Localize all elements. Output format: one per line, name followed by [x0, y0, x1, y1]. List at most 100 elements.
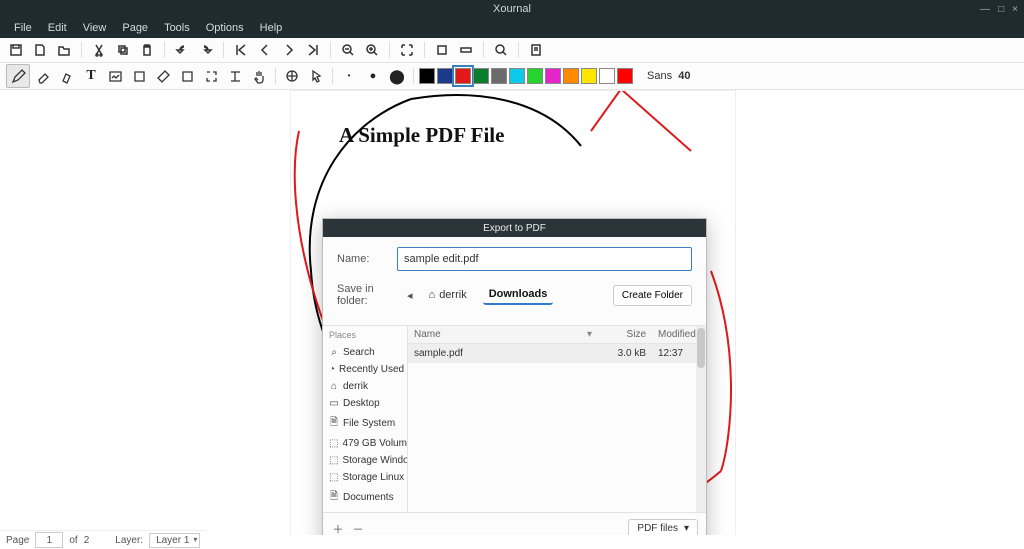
color-swatch-4[interactable]: [491, 68, 507, 84]
window-maximize-button[interactable]: □: [998, 4, 1004, 15]
places-item-479-gb-volume[interactable]: ⬚479 GB Volume: [323, 435, 407, 452]
file-size: 3.0 kB: [598, 346, 652, 361]
filename-input[interactable]: [397, 247, 692, 271]
open-icon[interactable]: [54, 40, 74, 60]
hand-tool[interactable]: [248, 65, 270, 87]
highlighter-tool[interactable]: [56, 65, 78, 87]
pen-tool[interactable]: [6, 64, 30, 88]
paste-icon[interactable]: [137, 40, 157, 60]
new-icon[interactable]: [30, 40, 50, 60]
page-config-icon[interactable]: [526, 40, 546, 60]
page-total: 2: [84, 535, 90, 546]
places-item-file-system[interactable]: 🗎File System: [323, 412, 407, 435]
color-swatch-3[interactable]: [473, 68, 489, 84]
font-selector[interactable]: Sans 40: [647, 70, 690, 82]
color-swatch-0[interactable]: [419, 68, 435, 84]
select-region-tool[interactable]: [200, 65, 222, 87]
select-rect-tool[interactable]: [176, 65, 198, 87]
page-of-label: of: [69, 535, 77, 546]
color-swatch-11[interactable]: [617, 68, 633, 84]
create-folder-button[interactable]: Create Folder: [613, 285, 692, 306]
next-page-icon[interactable]: [279, 40, 299, 60]
undo-icon[interactable]: [172, 40, 192, 60]
image-tool[interactable]: [104, 65, 126, 87]
places-item-storage-windows[interactable]: ⬚Storage Windows: [323, 452, 407, 469]
places-item-recently-used[interactable]: ◔ Recently Used: [323, 361, 407, 378]
redo-icon[interactable]: [196, 40, 216, 60]
place-icon: ◔: [329, 364, 335, 375]
medium-stroke[interactable]: ●: [362, 65, 384, 87]
sort-indicator-icon: ▾: [587, 329, 592, 340]
color-swatch-2[interactable]: [455, 68, 471, 84]
tools-toolbar: T •●⬤ Sans 40: [0, 63, 1024, 90]
place-label: Recently Used: [339, 364, 404, 375]
prev-page-icon[interactable]: [255, 40, 275, 60]
column-size[interactable]: Size: [598, 326, 652, 343]
page-number-input[interactable]: 1: [35, 532, 63, 548]
places-header: Places: [323, 326, 407, 344]
menu-tools[interactable]: Tools: [156, 20, 198, 36]
menu-view[interactable]: View: [75, 20, 115, 36]
save-icon[interactable]: [6, 40, 26, 60]
font-family-label: Sans: [647, 70, 672, 82]
places-item-storage-linux[interactable]: ⬚Storage Linux: [323, 469, 407, 486]
add-bookmark-button[interactable]: ＋: [331, 522, 345, 536]
zoom-in-icon[interactable]: [362, 40, 382, 60]
text-tool[interactable]: T: [80, 65, 102, 87]
menu-page[interactable]: Page: [114, 20, 156, 36]
last-page-icon[interactable]: [303, 40, 323, 60]
file-row[interactable]: sample.pdf3.0 kB12:37: [408, 344, 706, 363]
places-item-documents[interactable]: 🗎Documents: [323, 486, 407, 509]
thick-stroke[interactable]: ⬤: [386, 65, 408, 87]
font-size-label: 40: [678, 70, 690, 82]
default-tool[interactable]: [305, 65, 327, 87]
fit-width-icon[interactable]: [456, 40, 476, 60]
window-minimize-button[interactable]: —: [980, 4, 990, 15]
fullscreen-icon[interactable]: [397, 40, 417, 60]
color-swatch-10[interactable]: [599, 68, 615, 84]
shape-recognizer-tool[interactable]: [281, 65, 303, 87]
fit-page-icon[interactable]: [432, 40, 452, 60]
place-label: derrik: [343, 381, 368, 392]
places-sidebar[interactable]: Places ⌕Search ◔ Recently Used ⌂derrik▭Desk…: [323, 326, 408, 512]
menu-help[interactable]: Help: [252, 20, 291, 36]
file-type-filter[interactable]: PDF files ▾: [628, 519, 698, 535]
thin-stroke[interactable]: •: [338, 65, 360, 87]
menu-options[interactable]: Options: [198, 20, 252, 36]
menu-file[interactable]: File: [6, 20, 40, 36]
breadcrumb-home-label: derrik: [439, 289, 467, 301]
layer-dropdown[interactable]: Layer 1: [149, 533, 200, 548]
eraser-tool[interactable]: [32, 65, 54, 87]
remove-bookmark-button[interactable]: －: [351, 522, 365, 536]
places-item-search[interactable]: ⌕Search: [323, 344, 407, 361]
canvas-area[interactable]: A Simple PDF File Export to PDF Name: Sa…: [0, 90, 1024, 535]
breadcrumb-home[interactable]: ⌂ derrik: [423, 286, 473, 304]
color-swatch-7[interactable]: [545, 68, 561, 84]
copy-icon[interactable]: [113, 40, 133, 60]
shapes-tool[interactable]: [128, 65, 150, 87]
save-in-label: Save in folder:: [337, 283, 397, 307]
file-list-scrollbar[interactable]: [696, 326, 706, 512]
path-back-button[interactable]: ◂: [407, 289, 413, 302]
places-item-derrik[interactable]: ⌂derrik: [323, 378, 407, 395]
breadcrumb-current[interactable]: Downloads: [483, 285, 554, 305]
color-swatch-6[interactable]: [527, 68, 543, 84]
column-name[interactable]: Name ▾: [408, 326, 598, 343]
ruler-tool[interactable]: [152, 65, 174, 87]
color-swatch-1[interactable]: [437, 68, 453, 84]
find-icon[interactable]: [491, 40, 511, 60]
window-close-button[interactable]: ×: [1012, 4, 1018, 15]
zoom-out-icon[interactable]: [338, 40, 358, 60]
vertical-space-tool[interactable]: [224, 65, 246, 87]
place-label: File System: [343, 418, 395, 429]
places-item-desktop[interactable]: ▭Desktop: [323, 395, 407, 412]
color-swatch-5[interactable]: [509, 68, 525, 84]
color-swatch-9[interactable]: [581, 68, 597, 84]
first-page-icon[interactable]: [231, 40, 251, 60]
places-item-music[interactable]: ♫Music: [323, 509, 407, 512]
color-swatch-8[interactable]: [563, 68, 579, 84]
place-label: Desktop: [343, 398, 380, 409]
cut-icon[interactable]: [89, 40, 109, 60]
menu-edit[interactable]: Edit: [40, 20, 75, 36]
file-list[interactable]: Name ▾ Size Modified sample.pdf3.0 kB12:…: [408, 326, 706, 512]
